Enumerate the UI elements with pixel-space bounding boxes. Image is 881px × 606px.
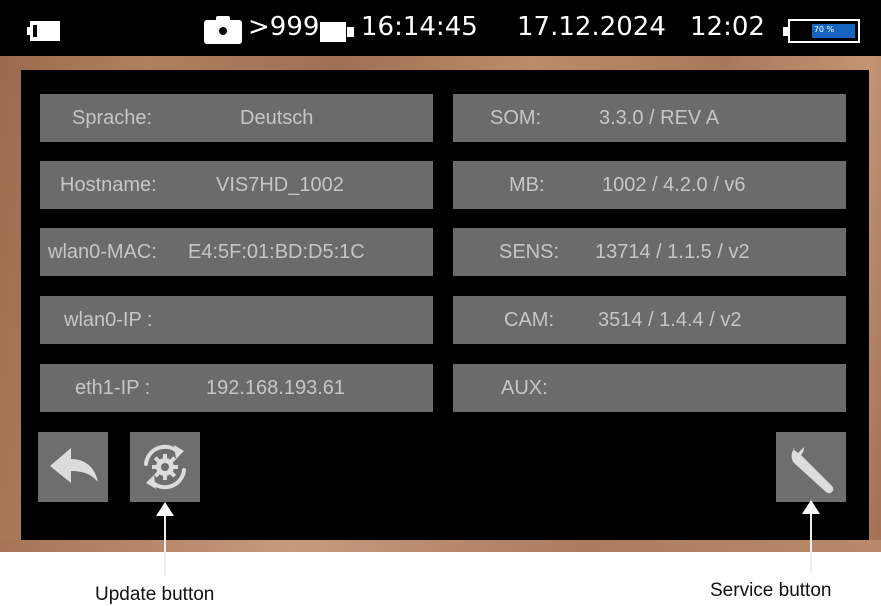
field-sprache[interactable]: Sprache: Deutsch xyxy=(40,94,433,142)
video-camera-icon xyxy=(320,22,354,42)
field-value: VIS7HD_1002 xyxy=(216,174,344,196)
field-label: Hostname: xyxy=(60,174,157,196)
field-hostname: Hostname: VIS7HD_1002 xyxy=(40,161,433,209)
service-pointer-arrow xyxy=(802,500,820,574)
status-date: 17.12.2024 xyxy=(517,12,666,42)
photo-count: >999 xyxy=(248,12,320,42)
status-clock: 16:14:45 xyxy=(361,12,478,42)
service-button-caption: Service button xyxy=(710,580,832,601)
field-wlan0-mac: wlan0-MAC: E4:5F:01:BD:D5:1C xyxy=(40,228,433,276)
back-button[interactable] xyxy=(38,432,108,502)
field-label: Sprache: xyxy=(72,107,153,129)
refresh-gear-icon xyxy=(144,444,186,490)
storage-card-icon xyxy=(27,21,60,41)
field-label: wlan0-MAC: xyxy=(48,241,157,263)
status-time: 12:02 xyxy=(690,12,765,42)
field-value: 3514 / 1.4.4 / v2 xyxy=(598,309,742,331)
system-info-panel: Sprache: Deutsch Hostname: VIS7HD_1002 w… xyxy=(21,70,869,540)
field-label: SENS: xyxy=(499,241,560,263)
update-button-caption: Update button xyxy=(95,584,215,605)
field-wlan0-ip: wlan0-IP : xyxy=(40,296,433,344)
battery-icon: 70 % xyxy=(783,19,860,43)
field-value: E4:5F:01:BD:D5:1C xyxy=(188,241,365,263)
field-label: SOM: xyxy=(490,107,542,129)
field-value: 13714 / 1.1.5 / v2 xyxy=(595,241,750,263)
back-arrow-icon xyxy=(50,448,98,483)
camera-image-edge xyxy=(0,540,881,552)
field-label: eth1-IP : xyxy=(75,377,151,399)
device-screen: >999 16:14:45 17.12.2024 12:02 70 % Spra… xyxy=(0,0,881,552)
field-value: 3.3.0 / REV A xyxy=(599,107,720,129)
update-pointer-arrow xyxy=(156,502,174,576)
field-label: AUX: xyxy=(501,377,548,399)
field-value: 1002 / 4.2.0 / v6 xyxy=(602,174,746,196)
field-cam: CAM: 3514 / 1.4.4 / v2 xyxy=(453,296,846,344)
field-som: SOM: 3.3.0 / REV A xyxy=(453,94,846,142)
field-sens: SENS: 13714 / 1.1.5 / v2 xyxy=(453,228,846,276)
wrench-icon xyxy=(791,446,834,494)
field-label: wlan0-IP : xyxy=(64,309,153,331)
field-mb: MB: 1002 / 4.2.0 / v6 xyxy=(453,161,846,209)
field-value: Deutsch xyxy=(240,107,314,129)
battery-label: 70 % xyxy=(813,25,835,34)
camera-icon xyxy=(204,16,242,44)
field-aux: AUX: xyxy=(453,364,846,412)
field-label: CAM: xyxy=(504,309,554,331)
status-bar: >999 16:14:45 17.12.2024 12:02 70 % xyxy=(0,0,881,56)
update-button[interactable] xyxy=(130,432,200,502)
field-value: 192.168.193.61 xyxy=(206,377,346,399)
field-label: MB: xyxy=(509,174,545,196)
field-eth1-ip: eth1-IP : 192.168.193.61 xyxy=(40,364,433,412)
service-button[interactable] xyxy=(776,432,846,502)
